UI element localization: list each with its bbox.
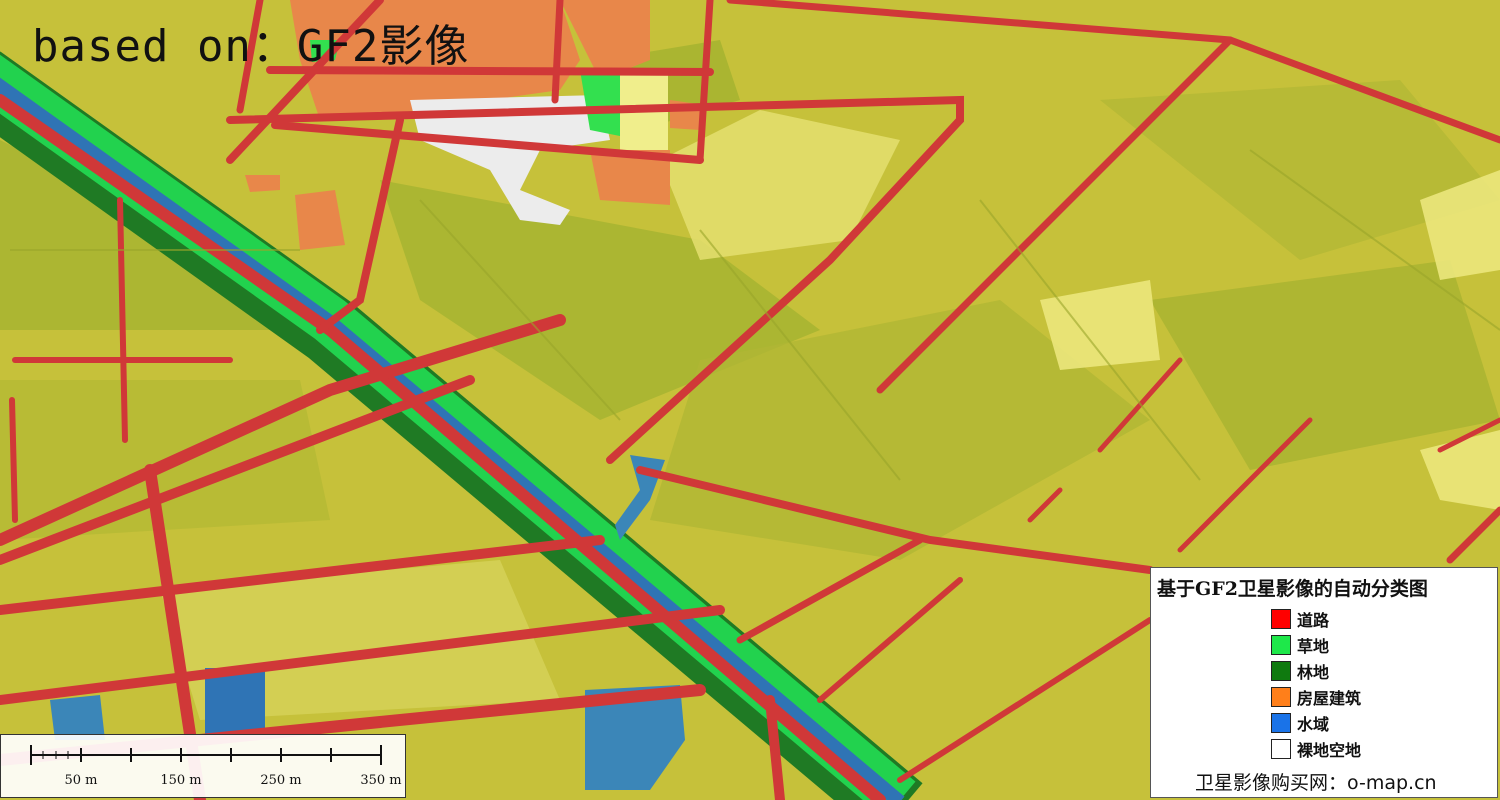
legend-item-water: 水域	[1271, 712, 1329, 734]
legend-swatch	[1271, 609, 1291, 629]
map-title: based on：GF2影像	[32, 21, 470, 72]
scale-ruler	[30, 745, 382, 765]
legend-swatch	[1271, 635, 1291, 655]
legend-item-building: 房屋建筑	[1271, 686, 1361, 708]
legend-swatch	[1271, 687, 1291, 707]
map-legend: 基于GF2卫星影像的自动分类图 道路 草地 林地 房屋建筑 水域 裸地空地 卫星…	[1150, 567, 1498, 798]
legend-item-road: 道路	[1271, 608, 1329, 630]
legend-swatch	[1271, 739, 1291, 759]
legend-label: 裸地空地	[1297, 741, 1362, 760]
scale-label: 350 m	[360, 773, 402, 788]
scale-label: 50 m	[64, 773, 98, 788]
legend-swatch	[1271, 661, 1291, 681]
legend-footer: 卫星影像购买网：o-map.cn	[1195, 772, 1437, 794]
legend-swatch	[1271, 713, 1291, 733]
legend-label: 草地	[1297, 637, 1330, 656]
legend-label: 水域	[1297, 715, 1330, 734]
legend-title: 基于GF2卫星影像的自动分类图	[1157, 578, 1428, 600]
scale-label: 150 m	[160, 773, 202, 788]
legend-label: 道路	[1297, 611, 1330, 630]
legend-label: 房屋建筑	[1297, 689, 1362, 708]
legend-label: 林地	[1297, 663, 1330, 682]
legend-item-bare: 裸地空地	[1271, 738, 1361, 760]
legend-item-grass: 草地	[1271, 634, 1329, 656]
scale-bar: 50 m 150 m 250 m 350 m	[0, 734, 406, 798]
legend-item-forest: 林地	[1271, 660, 1329, 682]
scale-label: 250 m	[260, 773, 302, 788]
